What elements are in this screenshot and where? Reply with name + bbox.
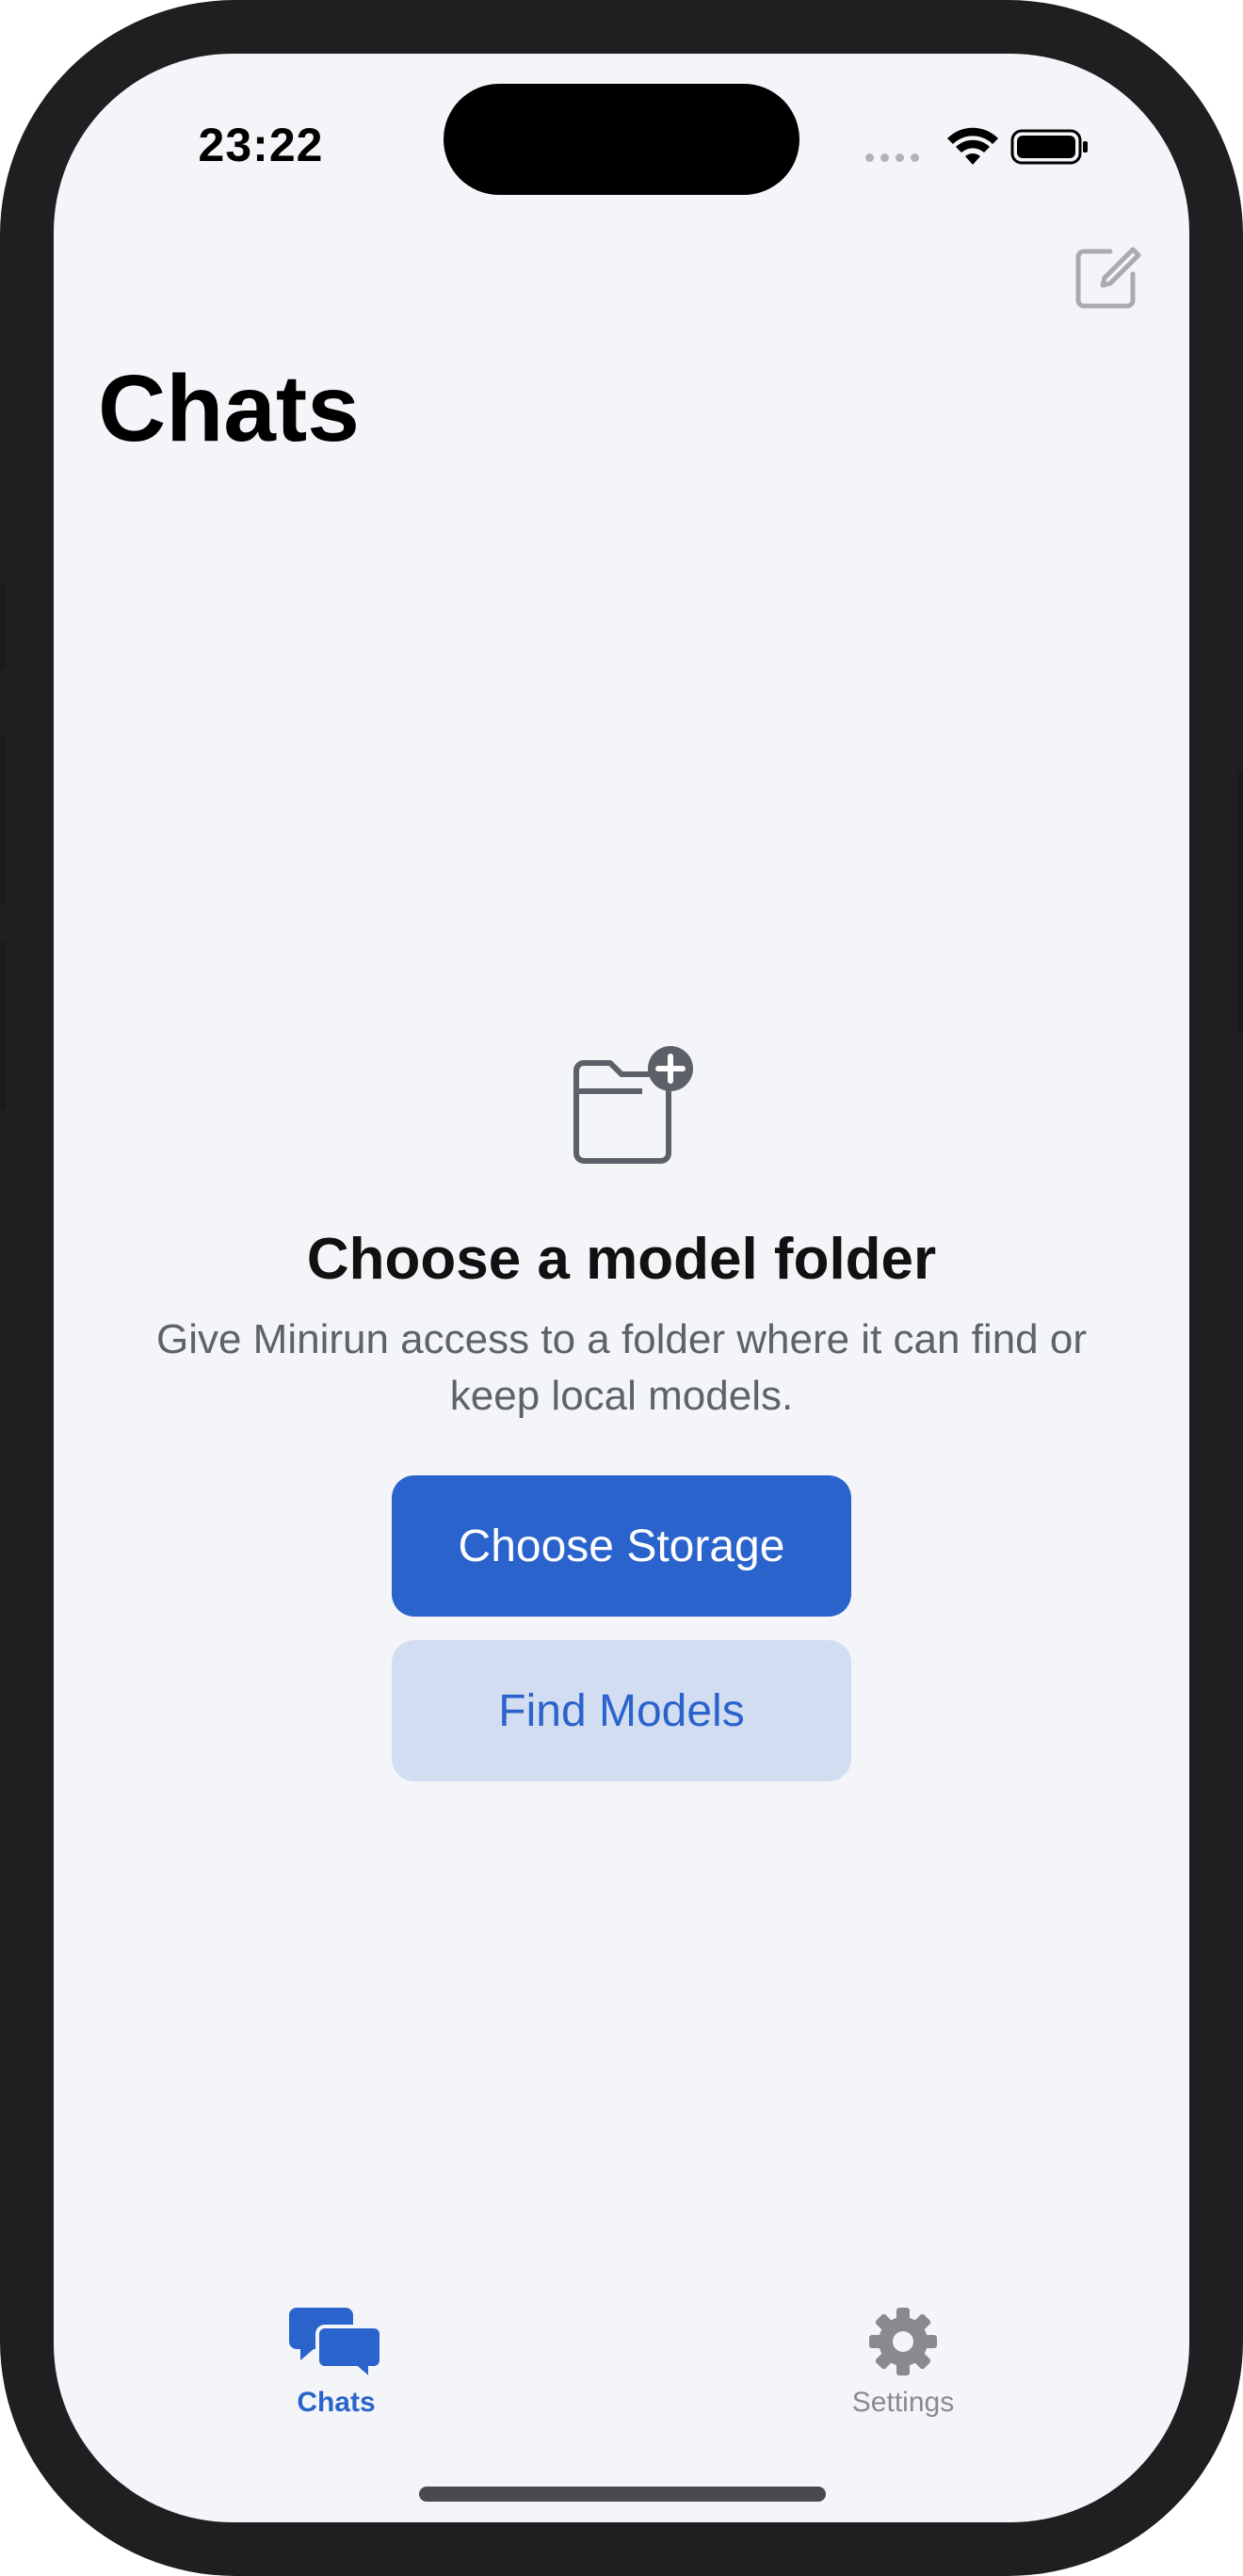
choose-storage-button[interactable]: Choose Storage xyxy=(392,1475,851,1617)
volume-down-button xyxy=(0,942,6,1111)
action-button xyxy=(0,584,6,668)
empty-state-title: Choose a model folder xyxy=(306,1227,937,1292)
gear-icon xyxy=(869,2308,937,2375)
folder-plus-icon xyxy=(573,1046,693,1164)
tab-chats-label: Chats xyxy=(297,2387,376,2418)
side-button xyxy=(1237,772,1243,1036)
find-models-button[interactable]: Find Models xyxy=(392,1640,851,1781)
device-frame: 23:22 Chats Choose a model folder Give M… xyxy=(0,0,1243,2576)
tab-settings-label: Settings xyxy=(851,2387,955,2418)
screen: 23:22 Chats Choose a model folder Give M… xyxy=(54,54,1189,2522)
page-title: Chats xyxy=(98,356,360,461)
battery-icon xyxy=(1010,129,1088,165)
empty-state-description: Give Minirun access to a folder where it… xyxy=(155,1316,1087,1419)
chat-bubbles-icon xyxy=(289,2308,383,2379)
home-indicator[interactable] xyxy=(419,2487,826,2502)
status-time: 23:22 xyxy=(198,119,324,171)
compose-icon[interactable] xyxy=(1073,242,1142,312)
wifi-icon xyxy=(947,127,998,165)
cellular-signal-icon xyxy=(865,153,919,162)
volume-up-button xyxy=(0,734,6,904)
dynamic-island xyxy=(444,84,799,195)
tab-settings[interactable]: Settings xyxy=(809,2304,997,2419)
tab-chats[interactable]: Chats xyxy=(242,2304,430,2419)
